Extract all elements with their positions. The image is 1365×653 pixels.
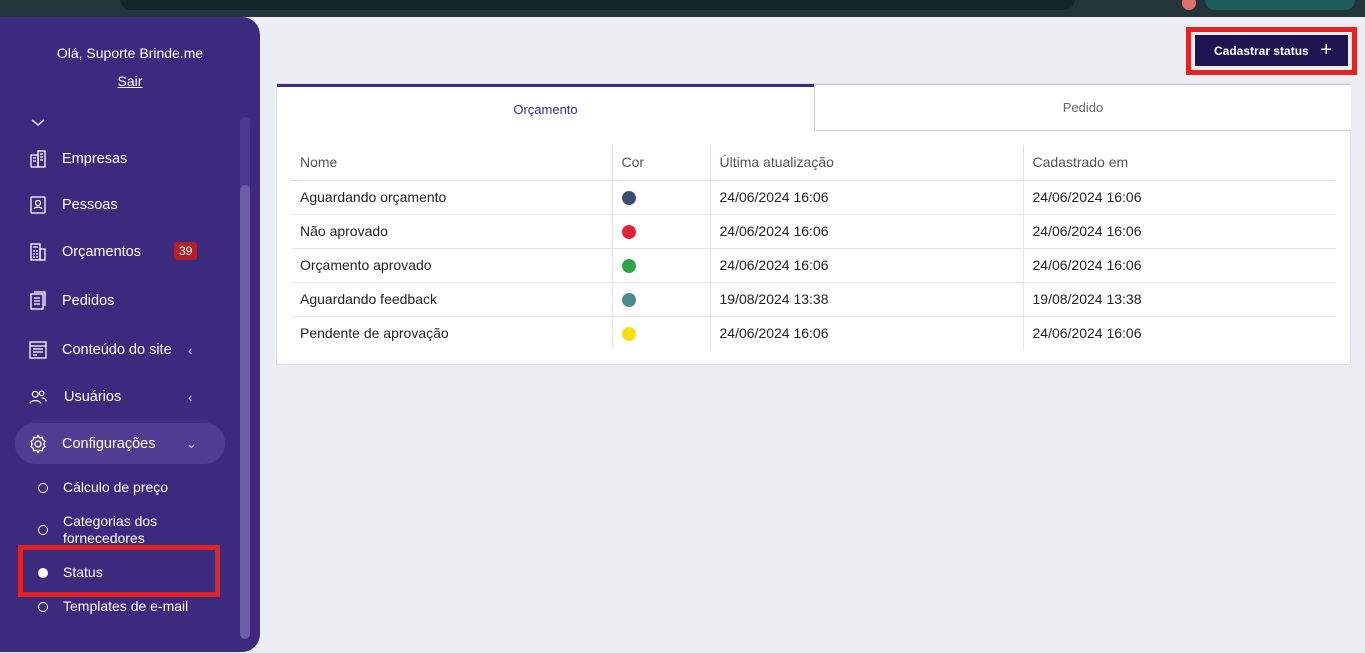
status-table: Nome Cor Última atualização Cadastrado e… — [291, 145, 1336, 350]
column-header-cadastro[interactable]: Cadastrado em — [1023, 145, 1336, 181]
cell-created: 24/06/2024 16:06 — [1023, 214, 1336, 249]
table-row[interactable]: Orçamento aprovado 24/06/2024 16:06 24/06/… — [291, 248, 1336, 283]
sidebar-item-orcamentos[interactable]: Orçamentos 39 — [28, 238, 198, 266]
sidebar-subitem-templates[interactable]: Templates de e-mail — [38, 598, 188, 615]
profile-icon[interactable] — [1182, 0, 1196, 10]
layout-icon — [28, 340, 48, 360]
sidebar-item-label: Conteúdo do site — [62, 342, 172, 358]
logout-link[interactable]: Sair — [0, 73, 260, 89]
sidebar-item-conteudo[interactable]: Conteúdo do site ‹ — [28, 336, 192, 364]
status-panel: Orçamento Pedido Nome Cor Última atualiz… — [276, 83, 1351, 365]
cell-updated: 24/06/2024 16:06 — [710, 248, 1024, 283]
sidebar-item-pedidos[interactable]: Pedidos — [28, 287, 114, 315]
status-highlight-box — [18, 545, 220, 597]
sidebar-item-usuarios[interactable]: Usuários ‹ — [28, 383, 192, 411]
cell-name: Aguardando feedback — [291, 282, 613, 317]
cell-updated: 24/06/2024 16:06 — [710, 180, 1024, 215]
column-header-nome[interactable]: Nome — [291, 145, 613, 181]
sidebar-item-pessoas[interactable]: Pessoas — [28, 191, 118, 219]
bullet-icon — [38, 482, 48, 493]
table-header-row: Nome Cor Última atualização Cadastrado e… — [291, 145, 1336, 181]
color-swatch — [621, 327, 636, 342]
color-swatch — [621, 293, 636, 308]
address-bar[interactable] — [120, 0, 1075, 10]
cell-name: Orçamento aprovado — [291, 248, 613, 283]
sidebar-item-empresas[interactable]: Empresas — [28, 145, 127, 173]
sidebar-subitem-categorias[interactable]: Categorias dos fornecedores — [38, 513, 188, 547]
sidebar-scrollbar-thumb[interactable] — [240, 185, 250, 639]
person-card-icon — [28, 195, 48, 215]
document-icon — [28, 291, 48, 311]
cell-name: Aguardando orçamento — [291, 180, 613, 215]
sidebar-item-configuracoes[interactable]: Configurações ⌄ — [28, 430, 197, 458]
cell-updated: 24/06/2024 16:06 — [710, 316, 1024, 350]
cell-created: 24/06/2024 16:06 — [1023, 180, 1336, 215]
color-swatch — [621, 259, 636, 274]
cell-color — [612, 248, 711, 283]
bullet-icon — [38, 525, 48, 535]
sidebar-collapsed-item[interactable] — [28, 109, 62, 137]
cell-updated: 24/06/2024 16:06 — [710, 214, 1024, 249]
plus-icon: + — [1320, 39, 1332, 61]
user-greeting: Olá, Suporte Brinde.me — [56, 45, 204, 61]
browser-toolbar — [0, 0, 1365, 17]
cell-name: Pendente de aprovação — [291, 316, 613, 350]
chevron-down-icon — [28, 113, 48, 133]
cell-color — [612, 316, 711, 350]
color-swatch — [621, 225, 636, 240]
cell-color — [612, 214, 711, 249]
add-status-button[interactable]: Cadastrar status + — [1195, 35, 1348, 66]
cell-created: 24/06/2024 16:06 — [1023, 248, 1336, 283]
add-status-label: Cadastrar status — [1214, 43, 1309, 58]
gear-icon — [28, 434, 48, 454]
cell-updated: 19/08/2024 13:38 — [710, 282, 1024, 317]
cell-name: Não aprovado — [291, 214, 613, 249]
chevron-left-icon: ‹ — [188, 389, 193, 405]
cell-created: 19/08/2024 13:38 — [1023, 282, 1336, 317]
calculator-icon — [28, 242, 48, 262]
bullet-icon — [38, 601, 48, 612]
cell-color — [612, 180, 711, 215]
sidebar-item-label: Configurações — [62, 436, 156, 452]
sidebar-item-label: Pedidos — [62, 293, 115, 309]
column-header-atualizacao[interactable]: Última atualização — [710, 145, 1024, 181]
users-icon — [28, 387, 48, 407]
table-row[interactable]: Não aprovado 24/06/2024 16:06 24/06/2024 1… — [291, 214, 1336, 249]
table-row[interactable]: Aguardando feedback 19/08/2024 13:38 19/08… — [291, 282, 1336, 317]
sidebar-item-label: Pessoas — [62, 197, 118, 213]
sidebar-item-label: Empresas — [62, 151, 128, 167]
chevron-left-icon: ‹ — [188, 342, 193, 358]
sidebar-item-label: Orçamentos — [62, 244, 141, 260]
column-header-cor[interactable]: Cor — [612, 145, 711, 181]
cell-created: 24/06/2024 16:06 — [1032, 325, 1142, 342]
tab-orcamento[interactable]: Orçamento — [277, 84, 814, 131]
table-row[interactable]: Aguardando orçamento 24/06/2024 16:06 24/0… — [291, 180, 1336, 215]
sidebar-subitem-calculo[interactable]: Cálculo de preço — [38, 479, 168, 496]
browser-extension-button[interactable] — [1205, 0, 1355, 10]
count-badge: 39 — [174, 242, 198, 260]
cell-color — [612, 282, 711, 317]
building-icon — [28, 149, 48, 169]
sidebar-item-label: Usuários — [64, 389, 122, 405]
tab-pedido[interactable]: Pedido — [814, 84, 1351, 131]
table-row[interactable]: Pendente de aprovação 24/06/2024 16:06 24/… — [291, 316, 1336, 350]
chevron-down-icon: ⌄ — [186, 436, 197, 451]
color-swatch — [621, 191, 636, 206]
table-body: Aguardando orçamento 24/06/2024 16:06 24/0… — [291, 180, 1336, 350]
